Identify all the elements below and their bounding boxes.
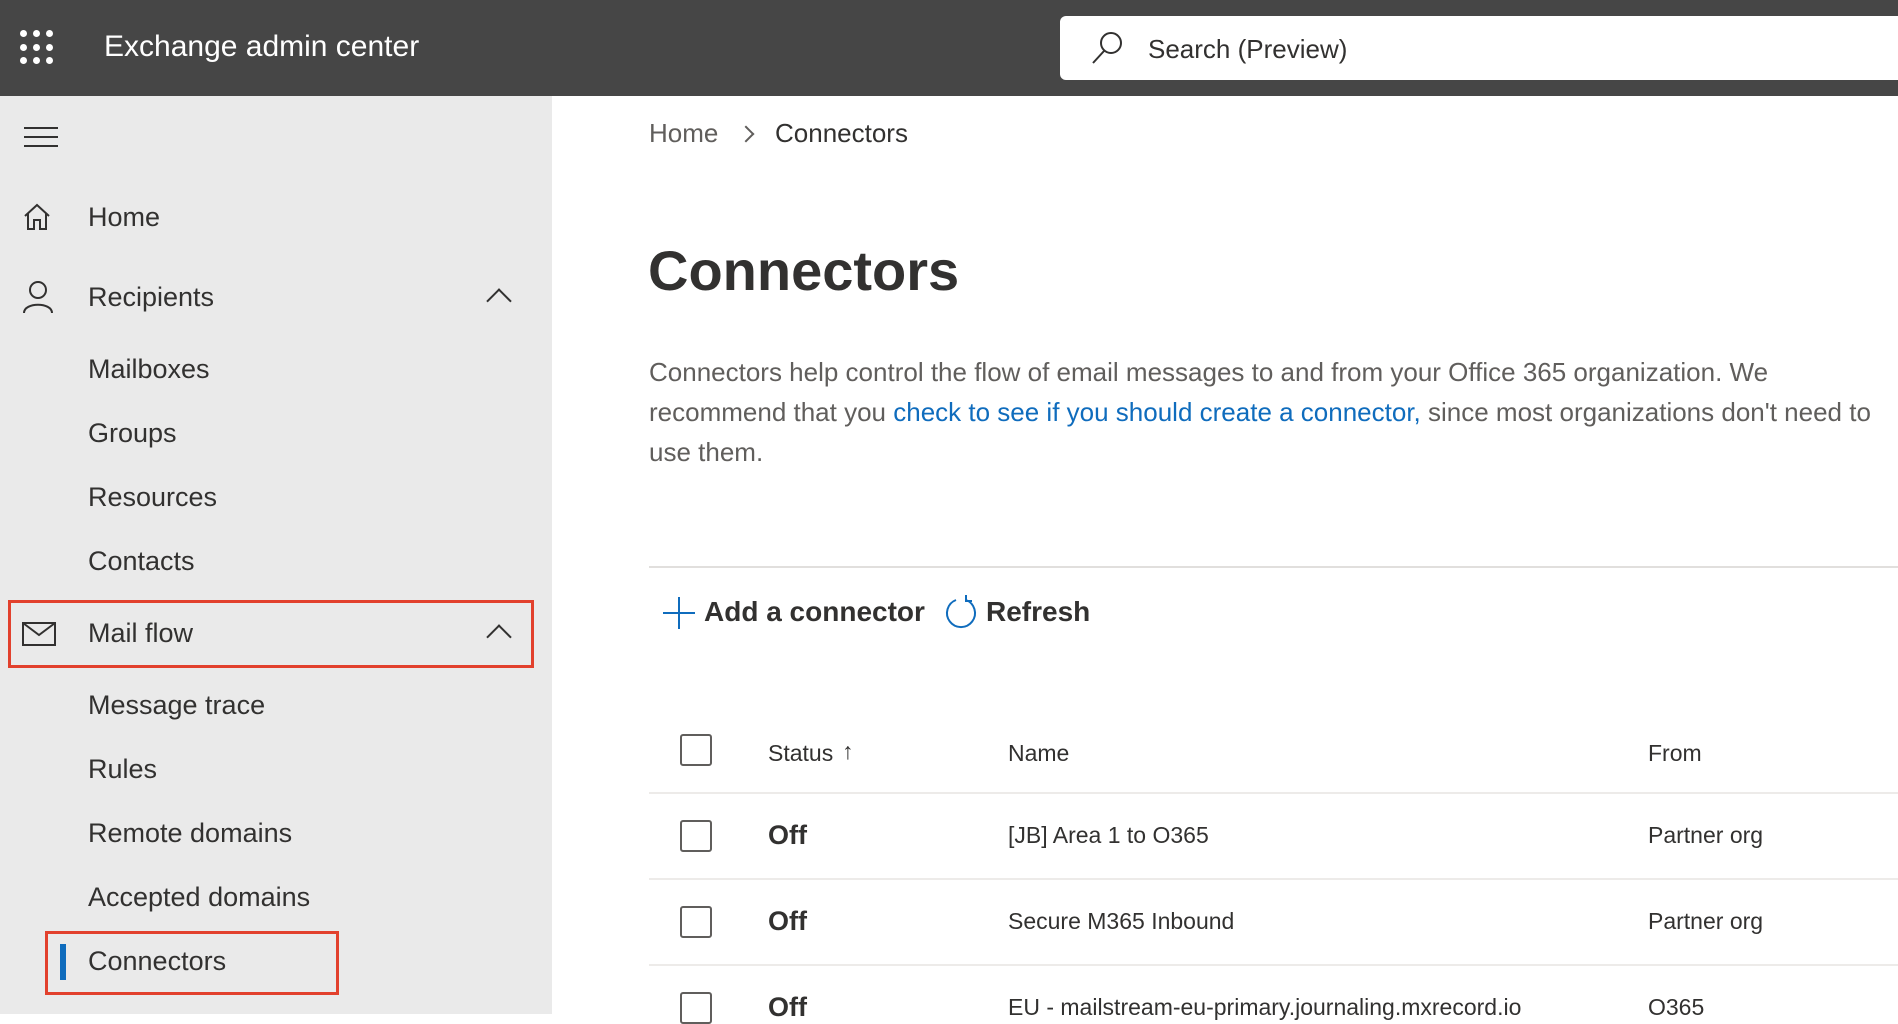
sidebar-item-label: Recipients xyxy=(88,282,215,312)
sort-ascending-icon: ↑ xyxy=(842,738,854,764)
row-name[interactable]: [JB] Area 1 to O365 xyxy=(1008,822,1209,849)
sidebar-item-groups[interactable]: Groups xyxy=(88,418,177,449)
mail-icon xyxy=(22,622,56,646)
add-connector-label: Add a connector xyxy=(704,596,925,627)
select-all-checkbox[interactable] xyxy=(680,734,712,766)
plus-icon xyxy=(663,597,695,629)
search-placeholder: Search (Preview) xyxy=(1148,34,1348,64)
row-name[interactable]: Secure M365 Inbound xyxy=(1008,908,1234,935)
sidebar-item-label: Home xyxy=(88,202,161,232)
row-name[interactable]: EU - mailstream-eu-primary.journaling.mx… xyxy=(1008,994,1521,1021)
row-divider xyxy=(649,964,1898,966)
sidebar-item-mailboxes[interactable]: Mailboxes xyxy=(88,354,210,385)
sidebar-item-rules[interactable]: Rules xyxy=(88,754,157,785)
sidebar-item-contacts[interactable]: Contacts xyxy=(88,546,195,577)
selected-indicator xyxy=(60,944,66,980)
person-icon xyxy=(23,281,53,314)
sidebar-item-remote-domains[interactable]: Remote domains xyxy=(88,818,292,849)
row-from: O365 xyxy=(1648,994,1705,1020)
sidebar-item-resources[interactable]: Resources xyxy=(88,482,217,513)
row-divider xyxy=(649,878,1898,880)
mail-flow-highlight xyxy=(8,600,534,668)
row-checkbox[interactable] xyxy=(680,906,712,938)
sidebar-item-connectors[interactable]: Connectors xyxy=(88,946,226,977)
breadcrumb-home[interactable]: Home xyxy=(649,118,718,149)
hamburger-icon[interactable] xyxy=(24,126,58,148)
search-icon xyxy=(1092,32,1122,64)
sidebar-item-message-trace[interactable]: Message trace xyxy=(88,690,265,721)
row-checkbox[interactable] xyxy=(680,820,712,852)
sidebar xyxy=(0,96,552,1014)
sidebar-item-label: Mail flow xyxy=(88,618,194,648)
top-bar: Exchange admin center Search (Preview) xyxy=(0,0,1898,96)
column-header-name[interactable]: Name xyxy=(1008,740,1069,767)
row-status: Off xyxy=(768,992,807,1022)
row-from: Partner org xyxy=(1648,908,1764,934)
row-status: Off xyxy=(768,906,807,936)
refresh-icon xyxy=(946,595,976,628)
sidebar-item-accepted-domains[interactable]: Accepted domains xyxy=(88,882,310,913)
row-checkbox[interactable] xyxy=(680,992,712,1024)
divider xyxy=(649,566,1898,568)
row-from: Partner org xyxy=(1648,822,1764,848)
app-title[interactable]: Exchange admin center xyxy=(104,30,419,64)
row-divider xyxy=(649,792,1898,794)
column-header-status[interactable]: Status xyxy=(768,740,833,767)
create-connector-link[interactable]: check to see if you should create a conn… xyxy=(893,397,1421,427)
row-status: Off xyxy=(768,820,807,850)
page-title: Connectors xyxy=(648,239,960,302)
search-input[interactable]: Search (Preview) xyxy=(1060,16,1898,80)
page-description: Connectors help control the flow of emai… xyxy=(649,352,1879,472)
app-launcher-icon[interactable] xyxy=(20,30,56,66)
column-header-from[interactable]: From xyxy=(1648,740,1702,767)
chevron-right-icon xyxy=(737,125,755,143)
refresh-label: Refresh xyxy=(986,596,1091,627)
home-icon xyxy=(24,203,50,230)
breadcrumb-current: Connectors xyxy=(775,118,908,148)
